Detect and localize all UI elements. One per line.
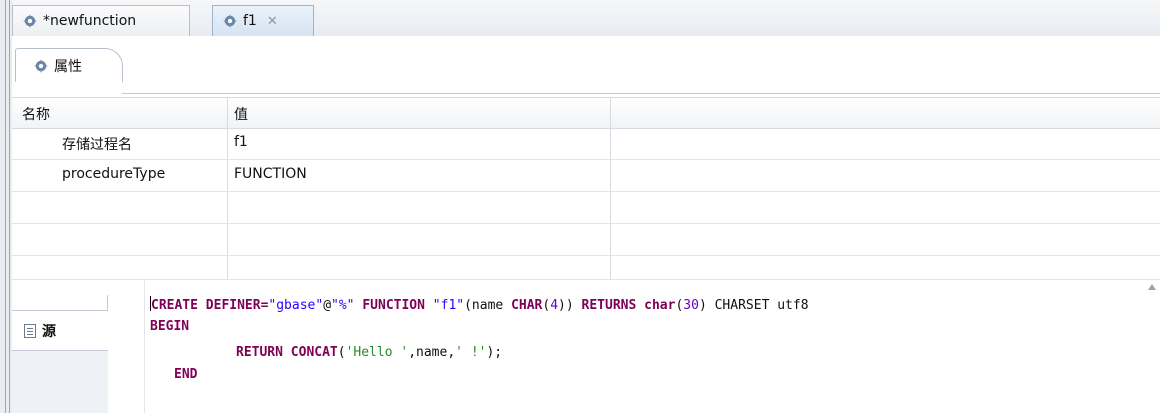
code-token: ); — [486, 345, 503, 360]
tab-f1[interactable]: f1 ✕ — [212, 5, 314, 36]
code-token: char — [644, 298, 676, 313]
code-line-4[interactable]: END — [174, 366, 197, 384]
code-token: 30 — [683, 298, 699, 313]
code-token: "%" — [331, 298, 355, 313]
code-token: (name — [464, 298, 512, 313]
table-row[interactable]: 存储过程名 f1 — [12, 128, 1160, 160]
source-code-editor[interactable]: CREATE DEFINER="gbase"@"%" FUNCTION "f1"… — [108, 280, 1160, 413]
property-name: 存储过程名 — [62, 137, 132, 153]
column-separator[interactable] — [227, 98, 228, 128]
tab-source[interactable]: 源 — [12, 310, 108, 351]
code-token: END — [174, 367, 198, 382]
code-token: RETURN CONCAT — [236, 345, 338, 360]
table-row[interactable] — [12, 256, 1160, 280]
code-token: RETURNS — [581, 298, 637, 313]
source-tab-spacer — [12, 280, 108, 310]
table-row[interactable] — [12, 192, 1160, 224]
column-separator — [227, 128, 228, 159]
gear-icon — [34, 58, 48, 73]
column-separator — [610, 192, 611, 223]
column-separator — [227, 192, 228, 223]
code-token: FUNCTION — [354, 298, 433, 313]
code-token: ( — [337, 345, 346, 360]
column-separator — [610, 256, 611, 279]
document-icon — [24, 323, 36, 338]
scroll-up-icon[interactable] — [1148, 284, 1156, 290]
column-header-name[interactable]: 名称 — [22, 104, 50, 124]
code-token: ) CHARSET utf8 — [698, 298, 809, 313]
code-token: "gbase" — [268, 298, 324, 313]
editor-tab-bar: *newfunction f1 ✕ — [12, 0, 1160, 37]
code-line-1[interactable]: CREATE DEFINER="gbase"@"%" FUNCTION "f1"… — [150, 296, 809, 315]
column-separator — [227, 256, 228, 279]
line-gutter — [108, 280, 145, 413]
property-name: procedureType — [62, 166, 166, 182]
code-token: BEGIN — [150, 319, 190, 334]
column-header-value[interactable]: 值 — [234, 104, 248, 124]
column-separator — [227, 160, 228, 191]
tab-label: f1 — [243, 13, 257, 29]
column-separator — [610, 224, 611, 255]
gear-icon — [223, 14, 237, 28]
code-token: CREATE DEFINER= — [151, 298, 269, 313]
left-panel-border — [0, 0, 12, 413]
tab-newfunction[interactable]: *newfunction — [12, 5, 190, 36]
properties-grid-header: 名称 值 — [12, 97, 1160, 129]
code-token: "f1" — [432, 298, 465, 313]
code-token: CHAR — [511, 298, 543, 313]
property-value[interactable]: f1 — [234, 134, 248, 150]
column-separator — [610, 128, 611, 159]
table-row[interactable]: procedureType FUNCTION — [12, 160, 1160, 192]
code-line-3[interactable]: RETURN CONCAT('Hello ',name,' !'); — [236, 344, 502, 362]
gear-icon — [23, 14, 37, 28]
properties-tab-bar: 属性 — [12, 36, 1160, 96]
tab-label: *newfunction — [43, 13, 137, 29]
code-token: @ — [323, 298, 332, 313]
column-separator — [610, 160, 611, 191]
code-token: )) — [558, 298, 582, 313]
column-separator[interactable] — [610, 98, 611, 128]
code-token: 4 — [550, 298, 559, 313]
source-tab-strip: 源 — [12, 310, 109, 413]
table-row[interactable] — [12, 224, 1160, 256]
tab-properties[interactable]: 属性 — [15, 48, 123, 82]
property-value[interactable]: FUNCTION — [234, 166, 307, 182]
code-token: 'Hello ' — [345, 345, 409, 360]
close-icon[interactable]: ✕ — [267, 14, 278, 29]
code-line-2[interactable]: BEGIN — [150, 318, 189, 336]
tab-underline — [122, 93, 1160, 94]
tab-label: 属性 — [54, 58, 82, 75]
tab-label: 源 — [42, 323, 56, 340]
code-token: ,name, — [408, 345, 456, 360]
column-separator — [227, 224, 228, 255]
code-token: ' !' — [455, 345, 487, 360]
